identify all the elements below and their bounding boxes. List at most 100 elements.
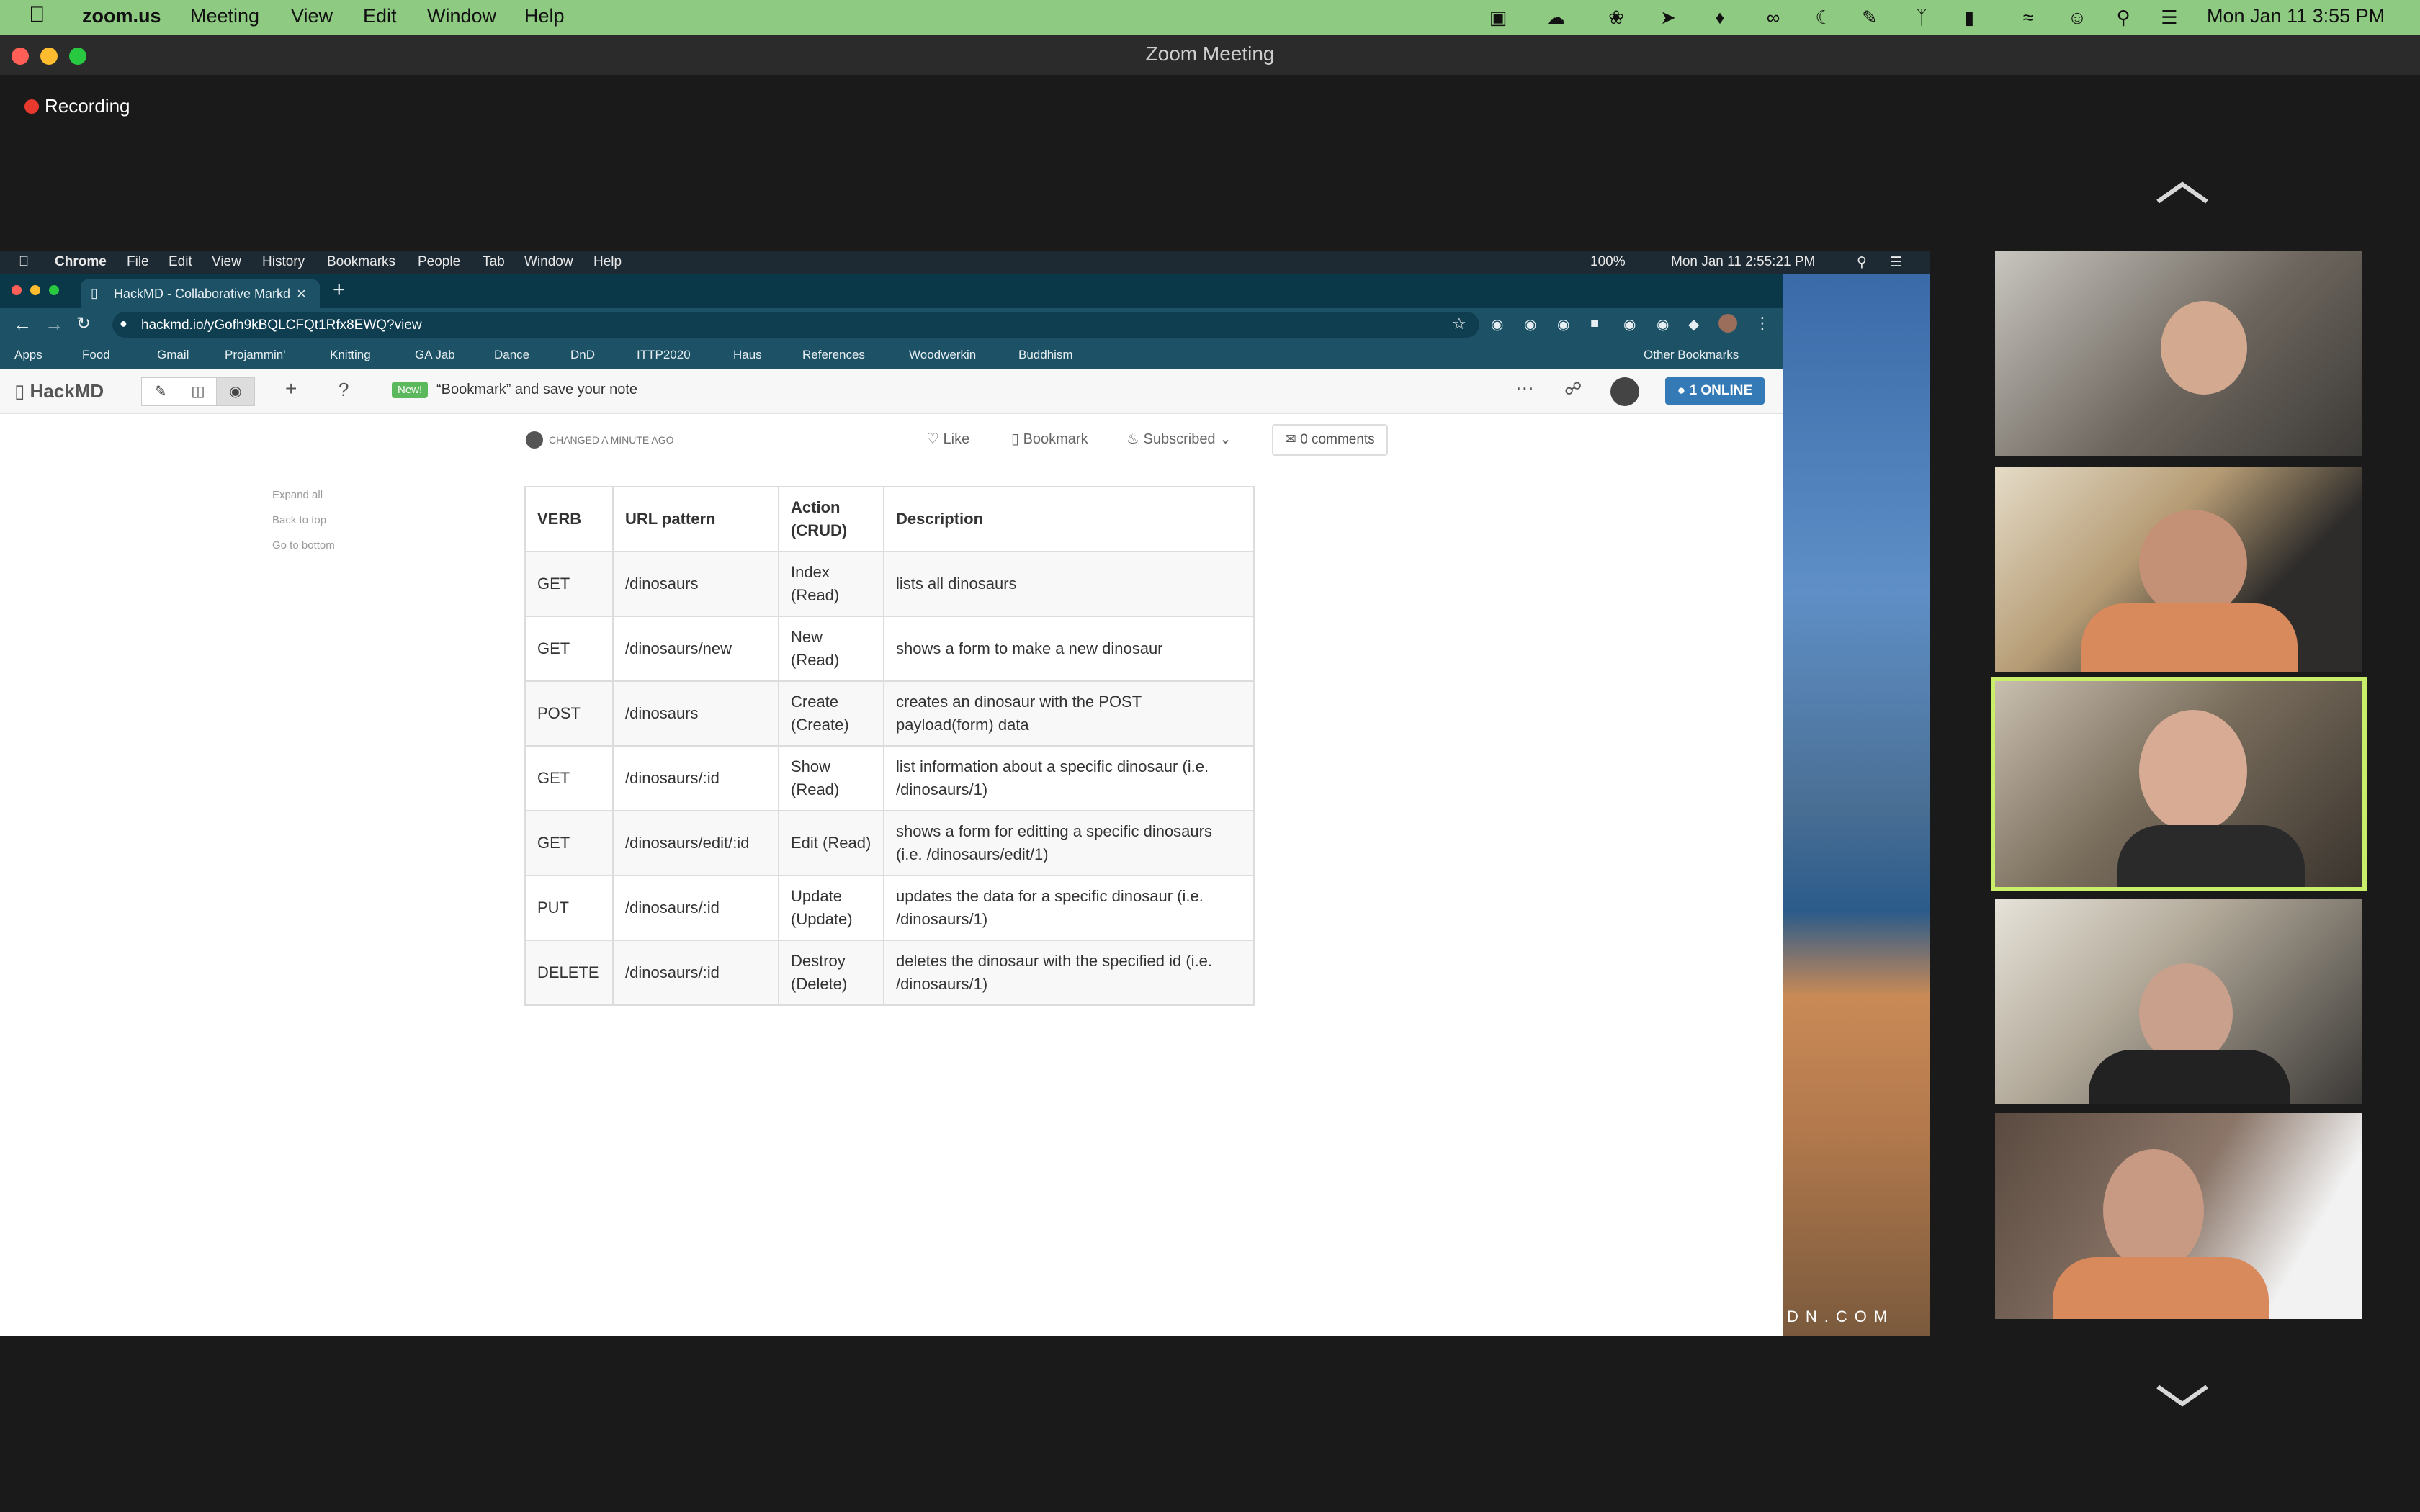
hackmd-document: CHANGED A MINUTE AGO ♡ Like ▯ Bookmark ♨… (0, 414, 1783, 1336)
bookmark-woodwerkin[interactable]: Woodwerkin (909, 348, 976, 362)
menu-edit[interactable]: Edit (363, 5, 397, 27)
bookmark-food[interactable]: Food (82, 348, 110, 362)
bluetooth-icon[interactable]: ᛉ (1910, 6, 1933, 29)
moon-icon[interactable]: ☾ (1812, 6, 1835, 29)
shared-list-icon: ☰ (1890, 255, 1903, 270)
bookmark-references[interactable]: References (802, 348, 865, 362)
participant-face (2103, 1149, 2204, 1272)
tab-hackmd[interactable]: ▯ HackMD - Collaborative Markd × (81, 279, 320, 308)
bookmark-ittp2020[interactable]: ITTP2020 (637, 348, 691, 362)
help-button[interactable]: ? (339, 379, 349, 401)
bookmark-dnd[interactable]: DnD (570, 348, 595, 362)
shared-screen[interactable]:  Chrome File Edit View History Bookmark… (0, 251, 1930, 1336)
glasses-icon[interactable]: ∞ (1762, 6, 1785, 29)
menu-view[interactable]: View (291, 5, 333, 27)
turtle-icon[interactable]: ♦ (1708, 6, 1731, 29)
like-button[interactable]: ♡ Like (926, 430, 969, 448)
extension-icon-4[interactable]: ■ (1590, 315, 1599, 332)
apple-icon[interactable]:  (29, 3, 45, 27)
creative-cloud-icon[interactable]: ☁ (1544, 6, 1567, 29)
view-mode-button[interactable]: ◉ (216, 377, 255, 406)
bookmark-dance[interactable]: Dance (494, 348, 529, 362)
scroll-down-icon[interactable] (2154, 1381, 2211, 1410)
cell-description: updates the data for a specific dinosaur… (883, 875, 1255, 941)
chrome-maximize-button[interactable] (49, 285, 59, 295)
table-header-row: VERB URL pattern Action (CRUD) Descripti… (524, 486, 1255, 552)
user-avatar[interactable] (1610, 377, 1639, 406)
edit-mode-button[interactable]: ✎ (141, 377, 180, 406)
online-users-button[interactable]: ● 1 ONLINE (1665, 377, 1765, 405)
user-icon[interactable]: ☺ (2066, 6, 2089, 29)
bookmark-ga-jab[interactable]: GA Jab (415, 348, 455, 362)
stylus-icon[interactable]: ✎ (1858, 6, 1881, 29)
bookmark-projammin[interactable]: Projammin' (225, 348, 286, 362)
wifi-icon[interactable]: ≈ (2017, 6, 2040, 29)
menu-app-name[interactable]: zoom.us (82, 5, 161, 27)
back-icon[interactable]: ← (13, 313, 32, 336)
url-field[interactable]: ● hackmd.io/yGofh9kBQLCFQt1Rfx8EWQ?view … (112, 312, 1479, 338)
tab-title: HackMD - Collaborative Markd (114, 287, 291, 301)
menu-meeting[interactable]: Meeting (190, 5, 259, 27)
scroll-up-icon[interactable] (2154, 179, 2211, 207)
bookmark-apps[interactable]: Apps (14, 348, 42, 362)
header-action: Action (CRUD) (778, 486, 884, 552)
participant-body (2081, 603, 2298, 672)
cell-verb: GET (524, 745, 614, 811)
reload-icon[interactable]: ↻ (76, 313, 91, 334)
bookmark-haus[interactable]: Haus (733, 348, 762, 362)
new-note-button[interactable]: + (285, 377, 297, 400)
extensions-puzzle-icon[interactable]: ◆ (1688, 315, 1699, 333)
control-center-icon[interactable]: ☰ (2158, 6, 2181, 29)
chrome-menu-icon[interactable]: ⋮ (1754, 314, 1770, 333)
extension-icon-2[interactable]: ◉ (1524, 315, 1536, 333)
rocket-icon[interactable]: ➤ (1657, 6, 1680, 29)
search-icon[interactable]: ⚲ (2112, 6, 2135, 29)
bookmark-button[interactable]: ▯ Bookmark (1011, 430, 1088, 448)
more-options-icon[interactable]: ⋯ (1515, 377, 1534, 400)
bookmark-other[interactable]: Other Bookmarks (1644, 348, 1739, 362)
bookmark-knitting[interactable]: Knitting (330, 348, 371, 362)
participant-video-1[interactable] (1995, 251, 2362, 456)
menu-help[interactable]: Help (524, 5, 565, 27)
new-badge: New! (392, 382, 429, 398)
bookmark-gmail[interactable]: Gmail (157, 348, 189, 362)
comments-button[interactable]: ✉ 0 comments (1272, 424, 1388, 456)
table-row: GET /dinosaurs/:id Show (Read) list info… (524, 745, 1255, 811)
profile-avatar[interactable] (1718, 314, 1737, 333)
toc-expand-all[interactable]: Expand all (272, 489, 323, 501)
chrome-close-button[interactable] (12, 285, 22, 295)
new-tab-button[interactable]: + (333, 278, 346, 302)
tab-close-icon[interactable]: × (297, 284, 306, 303)
toc-back-to-top[interactable]: Back to top (272, 514, 326, 526)
cell-description: creates an dinosaur with the POST payloa… (883, 680, 1255, 747)
subscribed-dropdown[interactable]: ♨ Subscribed ⌄ (1126, 430, 1232, 448)
battery-icon[interactable]: ▮ (1958, 6, 1981, 29)
hackmd-logo[interactable]: ▯ HackMD (14, 380, 104, 402)
extension-icon-3[interactable]: ◉ (1557, 315, 1569, 333)
promo-text[interactable]: “Bookmark” and save your note (436, 382, 637, 398)
bookmark-star-icon[interactable]: ☆ (1452, 315, 1466, 333)
zoom-camera-icon[interactable]: ▣ (1487, 6, 1510, 29)
menu-clock[interactable]: Mon Jan 11 3:55 PM (2207, 5, 2385, 27)
window-title: Zoom Meeting (1145, 42, 1275, 65)
participant-video-2[interactable] (1995, 467, 2362, 672)
participant-video-4[interactable] (1995, 899, 2362, 1104)
cell-verb: GET (524, 551, 614, 617)
recording-indicator[interactable]: Recording (24, 95, 130, 117)
recording-dot-icon (24, 99, 39, 114)
bookmark-buddhism[interactable]: Buddhism (1018, 348, 1073, 362)
cell-description: deletes the dinosaur with the specified … (883, 940, 1255, 1006)
split-mode-button[interactable]: ◫ (179, 377, 218, 406)
notification-app-icon[interactable]: ❀ (1605, 6, 1628, 29)
toc-go-to-bottom[interactable]: Go to bottom (272, 539, 335, 552)
share-icon[interactable]: ☍ (1564, 379, 1582, 400)
forward-icon[interactable]: → (45, 313, 63, 336)
extension-icon-6[interactable]: ◉ (1657, 315, 1669, 333)
participant-body (2053, 1257, 2269, 1319)
menu-window[interactable]: Window (427, 5, 496, 27)
participant-video-3-active-speaker[interactable] (1991, 677, 2367, 891)
chrome-minimize-button[interactable] (30, 285, 40, 295)
extension-icon-5[interactable]: ◉ (1623, 315, 1636, 333)
extension-icon-1[interactable]: ◉ (1491, 315, 1503, 333)
participant-video-5[interactable] (1995, 1113, 2362, 1319)
